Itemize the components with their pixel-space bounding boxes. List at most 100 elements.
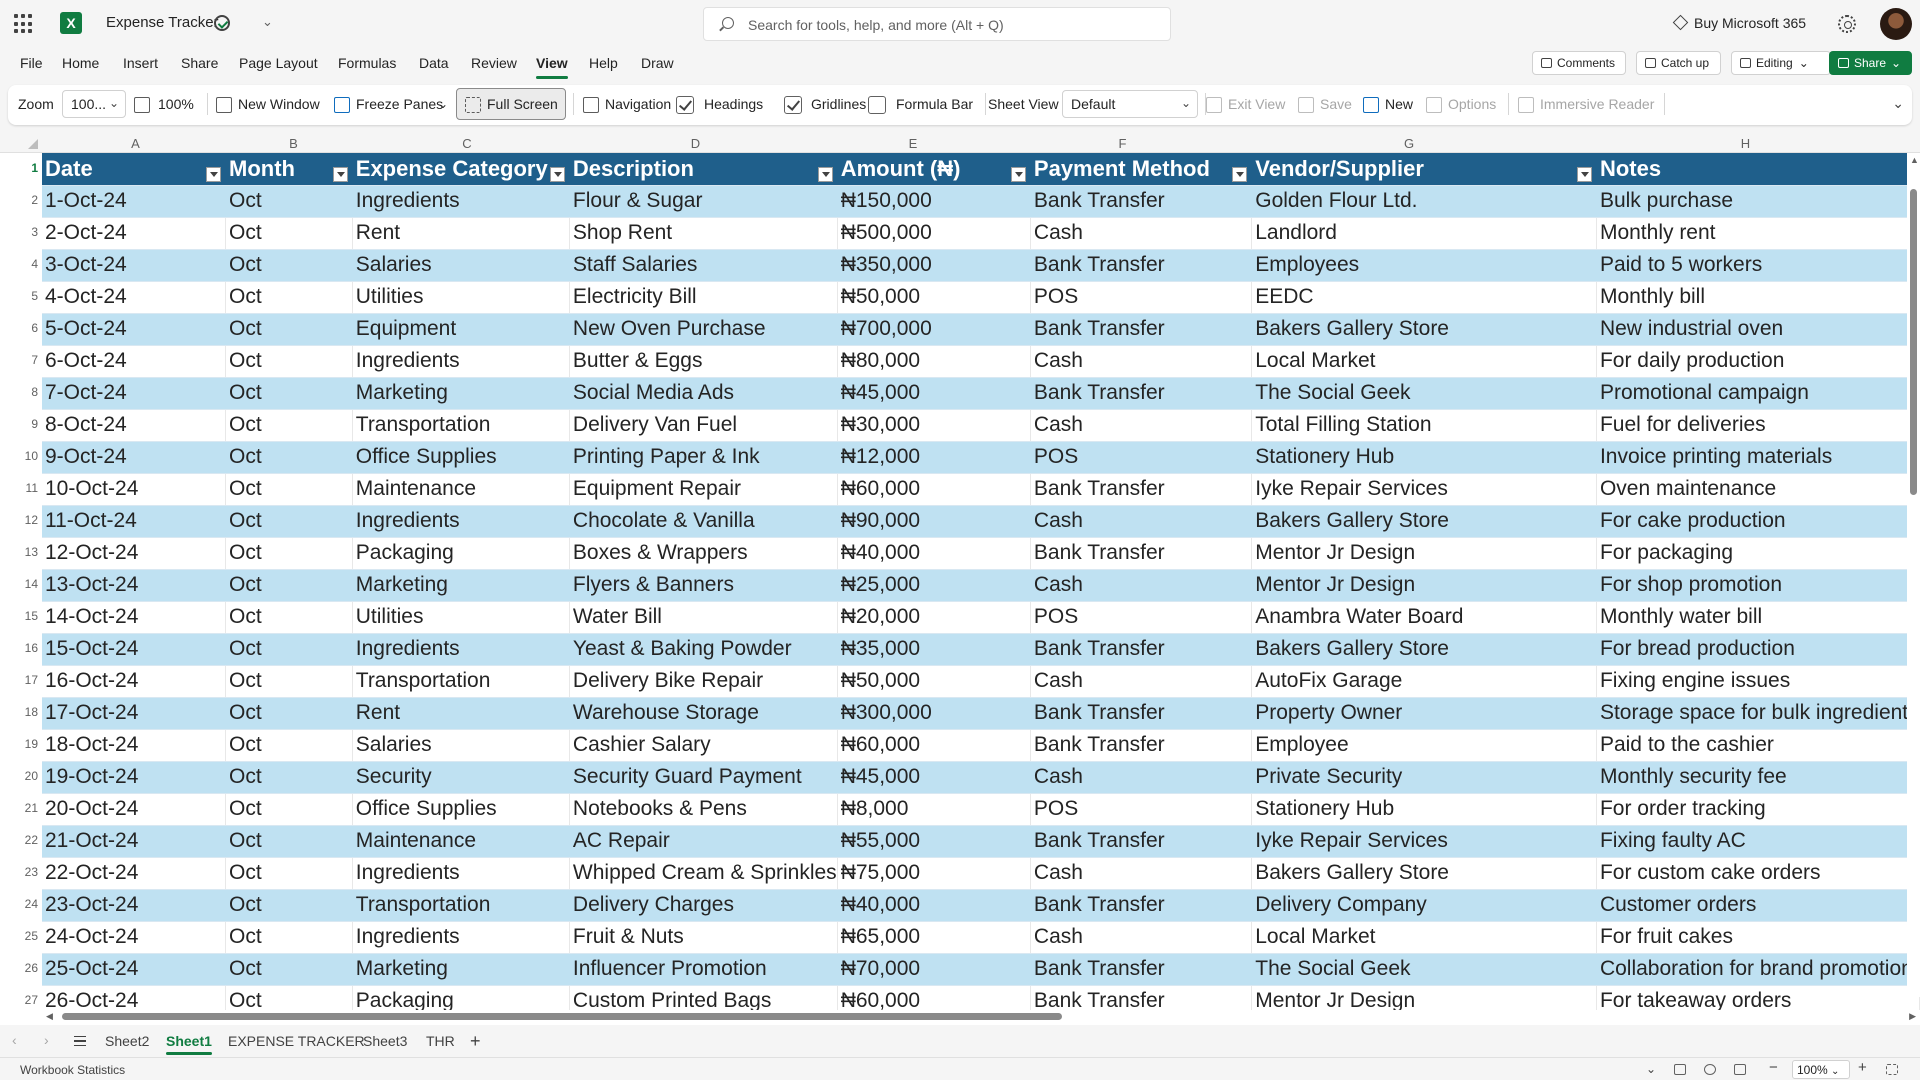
cell-amount[interactable]: ₦50,000: [837, 665, 1031, 698]
cell-amount[interactable]: ₦75,000: [837, 857, 1031, 890]
cell-notes[interactable]: Paid to the cashier: [1596, 729, 1920, 762]
tab-page-layout[interactable]: Page Layout: [239, 55, 318, 71]
cell-notes[interactable]: Storage space for bulk ingredients: [1596, 697, 1920, 730]
cell-month[interactable]: Oct: [225, 409, 353, 442]
cell-date[interactable]: 6-Oct-24: [42, 345, 227, 378]
buy-microsoft-365-link[interactable]: Buy Microsoft 365: [1672, 15, 1806, 31]
cell-payment-method[interactable]: Bank Transfer: [1030, 633, 1253, 666]
cell-payment-method[interactable]: Bank Transfer: [1030, 377, 1253, 410]
cell-category[interactable]: Ingredients: [352, 185, 570, 218]
new-window-button[interactable]: New Window: [238, 96, 320, 112]
cell-amount[interactable]: ₦80,000: [837, 345, 1031, 378]
cell-amount[interactable]: ₦70,000: [837, 953, 1031, 986]
cell-vendor[interactable]: AutoFix Garage: [1251, 665, 1597, 698]
sheet-tab-sheet1[interactable]: Sheet1: [166, 1033, 212, 1055]
cell-amount[interactable]: ₦65,000: [837, 921, 1031, 954]
row-header[interactable]: 1: [0, 161, 42, 175]
row-header[interactable]: 11: [0, 481, 42, 495]
cell-notes[interactable]: Oven maintenance: [1596, 473, 1920, 506]
navigation-button[interactable]: Navigation: [605, 96, 671, 112]
cell-payment-method[interactable]: Bank Transfer: [1030, 313, 1253, 346]
next-sheet-chevron-icon[interactable]: ›: [44, 1032, 49, 1048]
row-header[interactable]: 24: [0, 897, 42, 911]
horizontal-scroll-thumb[interactable]: [62, 1013, 1062, 1020]
cell-notes[interactable]: Promotional campaign: [1596, 377, 1920, 410]
row-header[interactable]: 16: [0, 641, 42, 655]
cell-payment-method[interactable]: POS: [1030, 793, 1253, 826]
app-launcher-icon[interactable]: [14, 14, 34, 34]
cell-amount[interactable]: ₦40,000: [837, 889, 1031, 922]
tab-home[interactable]: Home: [62, 55, 99, 71]
row-header[interactable]: 26: [0, 961, 42, 975]
cell-category[interactable]: Ingredients: [352, 921, 570, 954]
cell-vendor[interactable]: Bakers Gallery Store: [1251, 633, 1597, 666]
filter-dropdown-icon[interactable]: [549, 166, 565, 182]
cell-date[interactable]: 22-Oct-24: [42, 857, 227, 890]
feedback-icon[interactable]: [1734, 1064, 1746, 1075]
cell-payment-method[interactable]: Bank Transfer: [1030, 825, 1253, 858]
cell-date[interactable]: 8-Oct-24: [42, 409, 227, 442]
cell-date[interactable]: 24-Oct-24: [42, 921, 227, 954]
fit-to-screen-icon[interactable]: [1886, 1064, 1898, 1075]
cell-payment-method[interactable]: Bank Transfer: [1030, 249, 1253, 282]
cell-vendor[interactable]: Employees: [1251, 249, 1597, 282]
document-title[interactable]: Expense Tracker: [106, 14, 219, 31]
cell-month[interactable]: Oct: [225, 601, 353, 634]
cell-description[interactable]: Delivery Charges: [569, 889, 838, 922]
cell-amount[interactable]: ₦60,000: [837, 473, 1031, 506]
cell-month[interactable]: Oct: [225, 473, 353, 506]
cell-amount[interactable]: ₦55,000: [837, 825, 1031, 858]
cell-notes[interactable]: For fruit cakes: [1596, 921, 1920, 954]
cell-date[interactable]: 18-Oct-24: [42, 729, 227, 762]
filter-dropdown-icon[interactable]: [817, 166, 833, 182]
cell-notes[interactable]: Bulk purchase: [1596, 185, 1920, 218]
avatar[interactable]: [1880, 8, 1912, 40]
cell-month[interactable]: Oct: [225, 793, 353, 826]
header-cell-vendor[interactable]: Vendor/Supplier: [1251, 153, 1597, 186]
cell-month[interactable]: Oct: [225, 377, 353, 410]
cell-description[interactable]: Influencer Promotion: [569, 953, 838, 986]
cell-month[interactable]: Oct: [225, 633, 353, 666]
filter-dropdown-icon[interactable]: [206, 166, 222, 182]
cell-category[interactable]: Transportation: [352, 665, 570, 698]
row-header[interactable]: 13: [0, 545, 42, 559]
tab-formulas[interactable]: Formulas: [338, 55, 396, 71]
cell-payment-method[interactable]: Cash: [1030, 857, 1253, 890]
cell-date[interactable]: 14-Oct-24: [42, 601, 227, 634]
cell-month[interactable]: Oct: [225, 281, 353, 314]
cell-vendor[interactable]: Property Owner: [1251, 697, 1597, 730]
share-button[interactable]: Share ⌄: [1829, 51, 1912, 75]
cell-notes[interactable]: For custom cake orders: [1596, 857, 1920, 890]
select-all-corner[interactable]: [28, 139, 38, 149]
cell-category[interactable]: Marketing: [352, 377, 570, 410]
sheet-view-dropdown[interactable]: Default ⌄: [1062, 90, 1198, 118]
cell-category[interactable]: Rent: [352, 217, 570, 250]
cell-vendor[interactable]: EEDC: [1251, 281, 1597, 314]
cell-month[interactable]: Oct: [225, 921, 353, 954]
cell-description[interactable]: Notebooks & Pens: [569, 793, 838, 826]
cell-month[interactable]: Oct: [225, 441, 353, 474]
cell-vendor[interactable]: Local Market: [1251, 921, 1597, 954]
cell-notes[interactable]: Fuel for deliveries: [1596, 409, 1920, 442]
zoom-dropdown[interactable]: 100... ⌄: [62, 90, 126, 118]
cell-payment-method[interactable]: Cash: [1030, 505, 1253, 538]
cell-vendor[interactable]: Stationery Hub: [1251, 441, 1597, 474]
header-cell-month[interactable]: Month: [225, 153, 353, 186]
cell-month[interactable]: Oct: [225, 345, 353, 378]
zoom-out-minus-icon[interactable]: −: [1769, 1059, 1778, 1076]
cell-date[interactable]: 7-Oct-24: [42, 377, 227, 410]
workbook-statistics-button[interactable]: Workbook Statistics: [20, 1063, 125, 1077]
cell-description[interactable]: Warehouse Storage: [569, 697, 838, 730]
editing-mode-button[interactable]: Editing ⌄: [1731, 51, 1831, 75]
comments-button[interactable]: Comments: [1532, 51, 1626, 75]
row-header[interactable]: 25: [0, 929, 42, 943]
row-header[interactable]: 18: [0, 705, 42, 719]
cell-month[interactable]: Oct: [225, 761, 353, 794]
cell-vendor[interactable]: Iyke Repair Services: [1251, 825, 1597, 858]
cell-date[interactable]: 21-Oct-24: [42, 825, 227, 858]
cell-category[interactable]: Office Supplies: [352, 441, 570, 474]
cell-amount[interactable]: ₦35,000: [837, 633, 1031, 666]
column-header-b[interactable]: B: [229, 136, 358, 151]
full-screen-button[interactable]: Full Screen: [456, 88, 566, 120]
cell-amount[interactable]: ₦350,000: [837, 249, 1031, 282]
